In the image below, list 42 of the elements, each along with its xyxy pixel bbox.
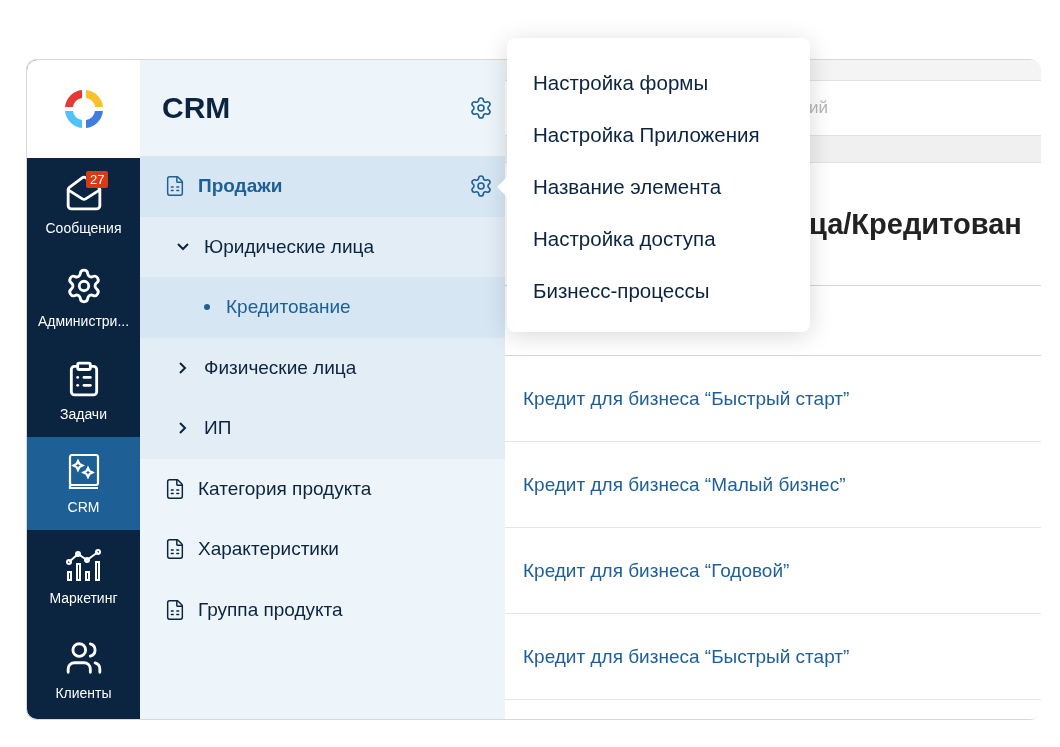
spreadsheet-icon: [164, 175, 186, 198]
menu-item[interactable]: Название элемента: [533, 161, 810, 213]
nav-label: Маркетинг: [49, 589, 118, 606]
menu-item[interactable]: Настройка формы: [533, 57, 810, 109]
nav-label: Администри...: [37, 312, 130, 329]
spreadsheet-icon: [164, 538, 186, 561]
tree-item[interactable]: Продажи: [140, 156, 505, 217]
record-link[interactable]: Кредит для бизнеса “Годовой”: [523, 559, 790, 582]
mail-icon: [64, 173, 103, 212]
record-link[interactable]: Кредит для бизнеса “Быстрый старт”: [523, 387, 850, 410]
record-link[interactable]: Кредит для бизнеса “Малый бизнес”: [523, 473, 846, 496]
tree-item[interactable]: Физические лица: [140, 337, 505, 398]
menu-item[interactable]: Настройка Приложения: [533, 109, 810, 161]
nav-item[interactable]: 27 Сообщения: [27, 158, 140, 251]
nav-item[interactable]: Маркетинг: [27, 530, 140, 623]
nav-label: CRM: [67, 498, 100, 515]
tree-item[interactable]: Юридические лица: [140, 216, 505, 277]
tree-item[interactable]: Кредитование: [140, 277, 505, 338]
bullet-icon: [204, 304, 210, 311]
nav-item[interactable]: Клиенты: [27, 623, 140, 716]
settings-icon[interactable]: [469, 96, 493, 120]
record-link[interactable]: Кредит для бизнеса “Быстрый старт”: [523, 645, 850, 668]
nav-label: Клиенты: [55, 684, 112, 701]
spreadsheet-icon: [164, 598, 186, 621]
chart-icon: [65, 547, 102, 582]
settings-icon[interactable]: [469, 174, 493, 199]
section-title: CRM: [162, 91, 231, 125]
nav-item[interactable]: Задачи: [27, 344, 140, 437]
spreadsheet-icon: [164, 477, 186, 500]
nav-item[interactable]: Администри...: [27, 251, 140, 344]
nav-item[interactable]: CRM: [27, 437, 140, 530]
nav-label: Задачи: [60, 405, 107, 422]
count-badge: 27: [86, 171, 109, 188]
nav-label: Сообщения: [45, 219, 122, 236]
tree-item[interactable]: Характеристики: [140, 519, 505, 580]
tree-item[interactable]: ИП: [140, 398, 505, 459]
tree-item[interactable]: Категория продукта: [140, 458, 505, 519]
page-title: ца/Кредитован: [809, 207, 1022, 241]
menu-item[interactable]: Бизнесс-процессы: [533, 265, 810, 317]
book-sparkle-icon: [66, 452, 101, 491]
menu-item[interactable]: Настройка доступа: [533, 213, 810, 265]
tree-item[interactable]: Группа продукта: [140, 579, 505, 640]
